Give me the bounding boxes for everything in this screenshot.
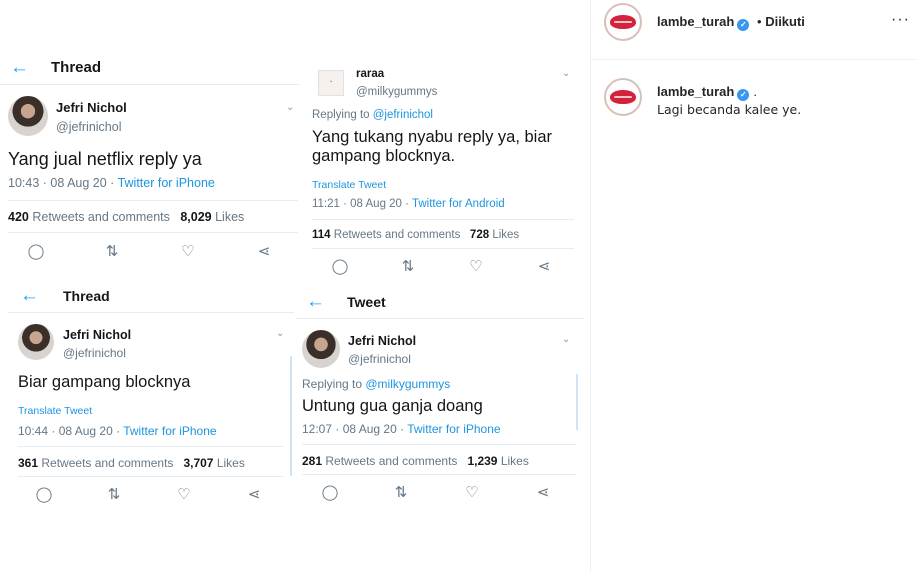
caption-text: Lagi becanda kalee ye. [657, 102, 802, 117]
tweet-stats: 281 Retweets and comments 1,239 Likes [302, 454, 529, 468]
caption-avatar[interactable] [604, 78, 642, 116]
author-name: Jefri Nichol [56, 100, 127, 115]
avatar [302, 330, 340, 368]
retweet-icon: ⇅ [394, 484, 408, 501]
thread-header: ← Thread [20, 286, 110, 305]
header-title: Thread [63, 287, 110, 304]
tweet-screenshot-thread2: ← Thread Jefri Nichol @jefrinichol ⌄ Bia… [8, 276, 294, 512]
back-arrow-icon: ← [20, 285, 39, 306]
tweet-actions: ◯ ⇅ ♡ ⋖ [318, 483, 555, 501]
retweet-icon: ⇅ [107, 486, 121, 503]
tweet-text: Yang tukang nyabu reply ya, biar gampang … [312, 128, 553, 166]
header-divider [591, 59, 917, 60]
thread-connector [576, 374, 578, 430]
tweet-meta: 11:21 · 08 Aug 20 · Twitter for Android [312, 198, 505, 210]
thread-header: ← Thread [10, 58, 101, 77]
caption-username[interactable]: lambe_turah ✓. [657, 84, 757, 101]
author-handle: @jefrinichol [348, 352, 411, 366]
reply-icon: ◯ [331, 258, 349, 275]
tweet-screenshot-reply-raraa: ᐩ raraa @milkygummys ⌄ Replying to @jefr… [300, 60, 582, 282]
reply-icon: ◯ [27, 243, 45, 260]
tweet-meta: 12:07 · 08 Aug 20 · Twitter for iPhone [302, 422, 501, 436]
like-icon: ♡ [177, 486, 191, 503]
author-name: Jefri Nichol [63, 328, 132, 342]
lips-logo-icon [610, 15, 636, 29]
avatar [18, 324, 54, 360]
author-handle: @milkygummys [356, 86, 438, 98]
tweet-text: Biar gampang blocknya [18, 373, 191, 391]
separator-dot: • [757, 14, 762, 29]
tweet-screenshot-tweet4: ← Tweet Jefri Nichol @jefrinichol ⌄ Repl… [296, 284, 584, 512]
verified-badge-icon: ✓ [737, 89, 750, 101]
tweet-source: Twitter for iPhone [407, 422, 501, 436]
tweet-source: Twitter for Android [411, 198, 505, 210]
reply-icon: ◯ [35, 486, 53, 503]
share-icon: ⋖ [257, 243, 271, 260]
avatar: ᐩ [318, 70, 344, 96]
share-icon: ⋖ [537, 258, 551, 275]
chevron-down-icon: ⌄ [562, 334, 571, 345]
translate-tweet-link[interactable]: Translate Tweet [18, 405, 92, 417]
tweet-header: ← Tweet [306, 292, 386, 311]
tweet-actions: ◯ ⇅ ♡ ⋖ [328, 257, 556, 275]
tweet-stats: 420 Retweets and comments 8,029 Likes [8, 210, 245, 224]
lips-logo-icon [610, 90, 636, 104]
tweet-stats: 114 Retweets and comments 728 Likes [312, 229, 520, 241]
like-icon: ♡ [181, 243, 195, 260]
chevron-down-icon: ⌄ [562, 68, 571, 79]
follow-button[interactable]: Diikuti [765, 14, 805, 29]
tweet-meta: 10:43 · 08 Aug 20 · Twitter for iPhone [8, 176, 215, 190]
header-title: Tweet [347, 293, 386, 310]
like-icon: ♡ [469, 258, 483, 275]
chevron-down-icon: ⌄ [276, 328, 285, 339]
tweet-meta: 10:44 · 08 Aug 20 · Twitter for iPhone [18, 424, 217, 438]
tweet-actions: ◯ ⇅ ♡ ⋖ [24, 242, 276, 260]
author-name: Jefri Nichol [348, 334, 417, 348]
tweet-screenshot-thread1: ← Thread Jefri Nichol @jefrinichol ⌄ Yan… [0, 44, 300, 274]
tweet-actions: ◯ ⇅ ♡ ⋖ [32, 485, 266, 503]
replying-to: Replying to @milkygummys [302, 377, 451, 391]
verified-badge-icon: ✓ [737, 19, 750, 31]
header-title: Thread [51, 59, 102, 76]
avatar [8, 96, 48, 136]
share-icon: ⋖ [536, 484, 550, 501]
tweet-source: Twitter for iPhone [117, 176, 215, 190]
post-side-pane: lambe_turah ✓ • Diikuti ··· lambe_turah ✓.… [590, 0, 917, 572]
back-arrow-icon: ← [10, 57, 29, 78]
tweet-source: Twitter for iPhone [123, 424, 217, 438]
tweet-stats: 361 Retweets and comments 3,707 Likes [18, 456, 245, 470]
header-username[interactable]: lambe_turah ✓ [657, 14, 750, 31]
retweet-icon: ⇅ [105, 243, 119, 260]
back-arrow-icon: ← [306, 291, 325, 312]
more-options-icon[interactable]: ··· [891, 11, 910, 29]
translate-tweet-link[interactable]: Translate Tweet [312, 179, 386, 191]
reply-icon: ◯ [321, 484, 339, 501]
share-icon: ⋖ [247, 486, 261, 503]
replying-to: Replying to @jefrinichol [312, 109, 433, 121]
thread-connector [290, 356, 292, 476]
retweet-icon: ⇅ [401, 258, 415, 275]
like-icon: ♡ [465, 484, 479, 501]
chevron-down-icon: ⌄ [286, 102, 295, 113]
profile-avatar[interactable] [604, 3, 642, 41]
author-name: raraa [356, 68, 385, 80]
follow-status[interactable]: • Diikuti [757, 14, 805, 29]
author-handle: @jefrinichol [56, 120, 122, 134]
author-handle: @jefrinichol [63, 346, 126, 360]
tweet-text: Yang jual netflix reply ya [8, 149, 202, 169]
tweet-text: Untung gua ganja doang [302, 397, 483, 415]
post-image: ← Thread Jefri Nichol @jefrinichol ⌄ Yan… [0, 0, 590, 572]
